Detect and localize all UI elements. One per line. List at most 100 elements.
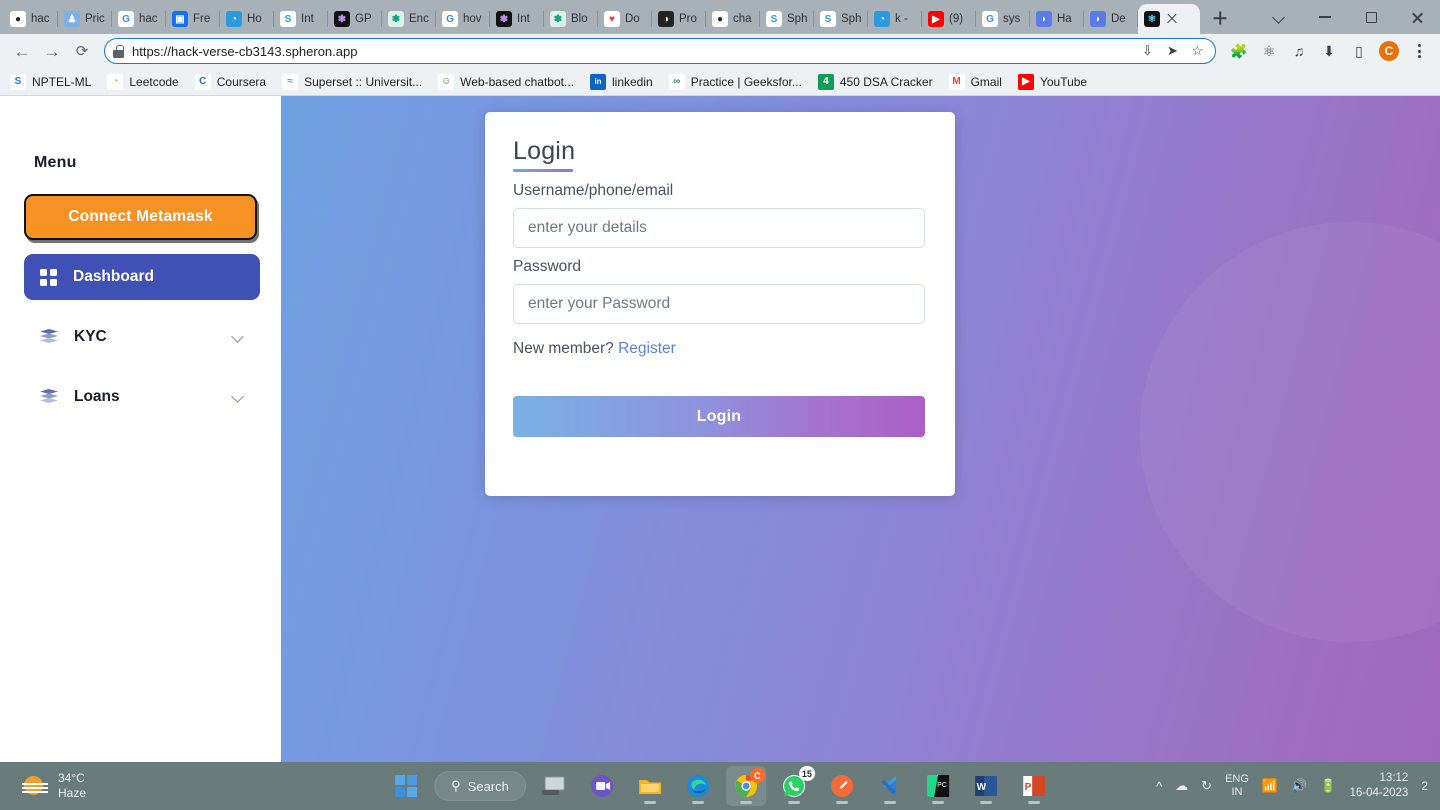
folder-icon[interactable]	[630, 766, 670, 806]
side-panel-icon[interactable]: ▯	[1346, 38, 1372, 64]
grid-icon	[40, 268, 57, 286]
maximize-button[interactable]	[1348, 0, 1394, 34]
tab-search-button[interactable]	[1256, 0, 1302, 34]
battery-icon[interactable]: 🔋	[1320, 778, 1336, 794]
browser-tab[interactable]: ◑ Pro	[652, 4, 706, 34]
new-tab-button[interactable]	[1206, 4, 1234, 32]
browser-tab[interactable]: ● hac	[4, 4, 58, 34]
reload-button[interactable]: ⟳	[68, 37, 96, 65]
login-submit-button[interactable]: Login	[513, 396, 925, 437]
tab-label: hac	[139, 13, 158, 25]
powerpoint-icon[interactable]: P	[1014, 766, 1054, 806]
connect-metamask-button[interactable]: Connect Metamask	[24, 194, 257, 240]
bookmark-item[interactable]: ∞ Practice | Geeksfor...	[668, 73, 802, 90]
share-icon[interactable]: ➤	[1165, 43, 1180, 59]
pycharm-icon[interactable]: PC	[918, 766, 958, 806]
browser-tab-active[interactable]: ⚛	[1138, 4, 1200, 34]
vscode-icon[interactable]	[870, 766, 910, 806]
tab-label: Do	[625, 13, 640, 25]
username-input[interactable]: enter your details	[513, 208, 925, 248]
browser-tab[interactable]: ♥ Do	[598, 4, 652, 34]
browser-tab[interactable]: ◔ k -	[868, 4, 922, 34]
browser-tab[interactable]: ❃ Enc	[382, 4, 436, 34]
bookmark-item[interactable]: M Gmail	[948, 73, 1002, 90]
word-icon[interactable]: W	[966, 766, 1006, 806]
browser-tab[interactable]: ● cha	[706, 4, 760, 34]
register-link[interactable]: Register	[618, 340, 676, 357]
minimize-button[interactable]	[1302, 0, 1348, 34]
sidebar-item-dashboard[interactable]: Dashboard	[24, 254, 260, 300]
tab-label: Ha	[1057, 13, 1072, 25]
browser-tab[interactable]: ❃ GP	[328, 4, 382, 34]
browser-tab[interactable]: ◗ Ha	[1030, 4, 1084, 34]
edge-icon[interactable]	[678, 766, 718, 806]
page-viewport: Menu Connect Metamask Dashboard KYC Loan…	[0, 96, 1440, 762]
browser-tab[interactable]: ▶ (9)	[922, 4, 976, 34]
download-icon[interactable]: ⬇	[1316, 38, 1342, 64]
browser-tab[interactable]: ◗ De	[1084, 4, 1138, 34]
browser-tab[interactable]: ▣ Fre	[166, 4, 220, 34]
leaf-shield-icon[interactable]: ⚛	[1256, 38, 1282, 64]
lock-icon	[113, 44, 124, 58]
browser-tab[interactable]: Gsys	[976, 4, 1030, 34]
browser-tab[interactable]: Ghac	[112, 4, 166, 34]
back-button[interactable]: ←	[8, 37, 36, 65]
bookmark-item[interactable]: ☺ Web-based chatbot...	[438, 73, 574, 90]
address-bar[interactable]: https://hack-verse-cb3143.spheron.app ⇩ …	[104, 38, 1216, 64]
windows-start-icon[interactable]	[386, 766, 426, 806]
browser-tab[interactable]: S Int	[274, 4, 328, 34]
chrome-icon[interactable]: C	[725, 766, 766, 806]
bookmark-item[interactable]: S NPTEL-ML	[10, 73, 92, 90]
forward-button[interactable]: →	[38, 37, 66, 65]
bookmark-label: NPTEL-ML	[32, 74, 92, 89]
bookmark-item[interactable]: C Coursera	[194, 73, 266, 90]
bookmark-item[interactable]: 4 450 DSA Cracker	[817, 73, 933, 90]
weather-widget[interactable]: 34°C Haze	[0, 771, 86, 801]
install-icon[interactable]: ⇩	[1140, 43, 1155, 59]
bookmark-item[interactable]: ◔ Leetcode	[107, 73, 179, 90]
close-tab-icon[interactable]	[1165, 12, 1179, 26]
tab-label: Sph	[787, 13, 808, 25]
openai-icon: ❃	[388, 11, 404, 27]
bookmark-item[interactable]: ▶ YouTube	[1017, 73, 1087, 90]
postman-icon[interactable]	[822, 766, 862, 806]
sync-icon[interactable]: ↻	[1201, 778, 1212, 794]
youtube-icon: ▶	[1017, 73, 1034, 90]
bookmark-item[interactable]: ≈ Superset :: Universit...	[282, 73, 422, 90]
sidebar-item-loans[interactable]: Loans	[24, 374, 260, 420]
browser-tab[interactable]: ♟ Pric	[58, 4, 112, 34]
language-code: ENG	[1225, 773, 1249, 785]
kebab-menu-icon[interactable]	[1406, 38, 1432, 64]
speaker-icon[interactable]: 🔊	[1291, 778, 1307, 794]
browser-tab[interactable]: ◔ Ho	[220, 4, 274, 34]
browser-tab[interactable]: Ghov	[436, 4, 490, 34]
browser-tab[interactable]: ❃ Int	[490, 4, 544, 34]
taskbar-search[interactable]: ⚲ Search	[434, 771, 526, 801]
minimize-icon	[1319, 16, 1331, 18]
close-window-button[interactable]	[1394, 0, 1440, 34]
bookmark-item[interactable]: in linkedin	[590, 73, 653, 90]
chevron-up-icon[interactable]: ^	[1156, 779, 1162, 794]
clock[interactable]: 13:12 16-04-2023	[1349, 771, 1408, 801]
task-view-icon[interactable]	[534, 766, 574, 806]
wifi-icon[interactable]: 📶	[1262, 778, 1278, 794]
username-label: Username/phone/email	[513, 182, 674, 199]
browser-tab[interactable]: S Sph	[814, 4, 868, 34]
media-list-icon[interactable]: ♫	[1286, 38, 1312, 64]
openai-icon: ❃	[550, 11, 566, 27]
avatar[interactable]: C	[1376, 38, 1402, 64]
notification-count[interactable]: 2	[1421, 779, 1428, 793]
teams-icon[interactable]	[582, 766, 622, 806]
onedrive-icon[interactable]: ☁	[1175, 778, 1188, 794]
whatsapp-icon[interactable]: 15	[774, 766, 815, 806]
sidebar: Menu Connect Metamask Dashboard KYC Loan…	[0, 96, 281, 762]
star-icon[interactable]: ☆	[1190, 43, 1205, 59]
language-indicator[interactable]: ENG IN	[1225, 773, 1249, 799]
sidebar-item-kyc[interactable]: KYC	[24, 314, 260, 360]
arrow-right-icon: →	[43, 41, 61, 61]
password-input[interactable]: enter your Password	[513, 284, 925, 324]
browser-tab[interactable]: ❃ Blo	[544, 4, 598, 34]
weather-text: 34°C Haze	[58, 771, 86, 801]
browser-tab[interactable]: S Sph	[760, 4, 814, 34]
puzzle-icon[interactable]: 🧩	[1226, 38, 1252, 64]
